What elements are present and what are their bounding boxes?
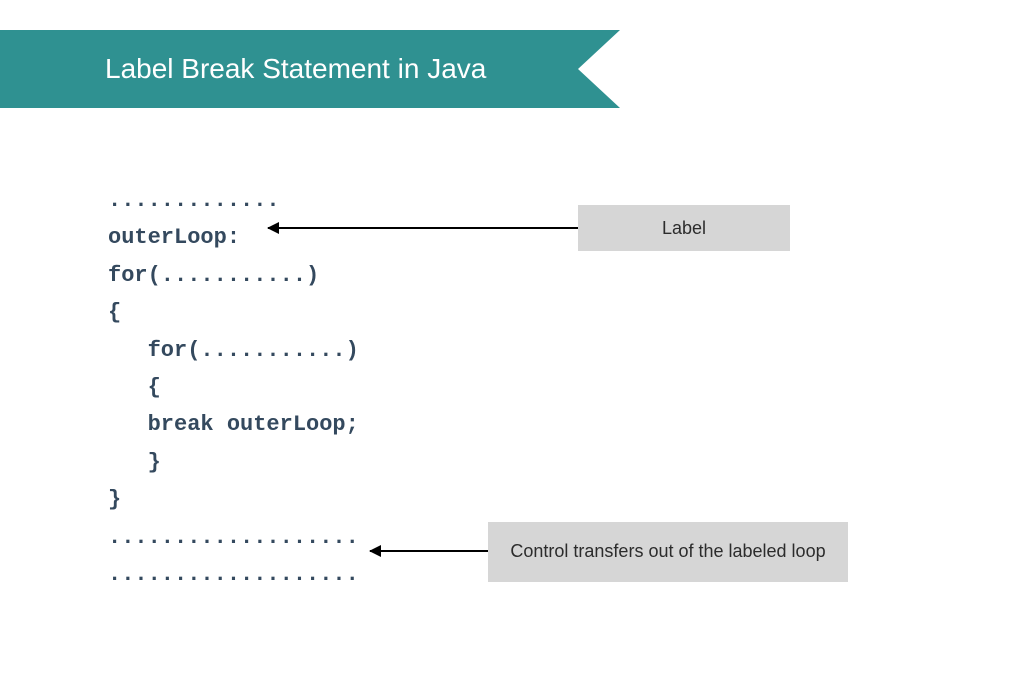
title-banner: Label Break Statement in Java (0, 30, 620, 108)
code-line-6: { (108, 375, 161, 400)
label-annotation-text: Label (662, 218, 706, 239)
arrow-to-label (268, 227, 578, 229)
code-line-8: } (108, 450, 161, 475)
label-annotation-box: Label (578, 205, 790, 251)
code-line-1: ............. (108, 188, 280, 213)
code-snippet: ............. outerLoop: for(...........… (108, 182, 359, 593)
control-annotation-box: Control transfers out of the labeled loo… (488, 522, 848, 582)
code-line-3: for(...........) (108, 263, 319, 288)
code-line-9: } (108, 487, 121, 512)
arrow-to-control (370, 550, 488, 552)
code-line-2: outerLoop: (108, 225, 240, 250)
code-line-11: ................... (108, 562, 359, 587)
banner-title-text: Label Break Statement in Java (105, 53, 486, 85)
code-line-5: for(...........) (108, 338, 359, 363)
code-line-4: { (108, 300, 121, 325)
code-line-10: ................... (108, 525, 359, 550)
control-annotation-text: Control transfers out of the labeled loo… (510, 540, 825, 563)
code-line-7: break outerLoop; (108, 412, 359, 437)
